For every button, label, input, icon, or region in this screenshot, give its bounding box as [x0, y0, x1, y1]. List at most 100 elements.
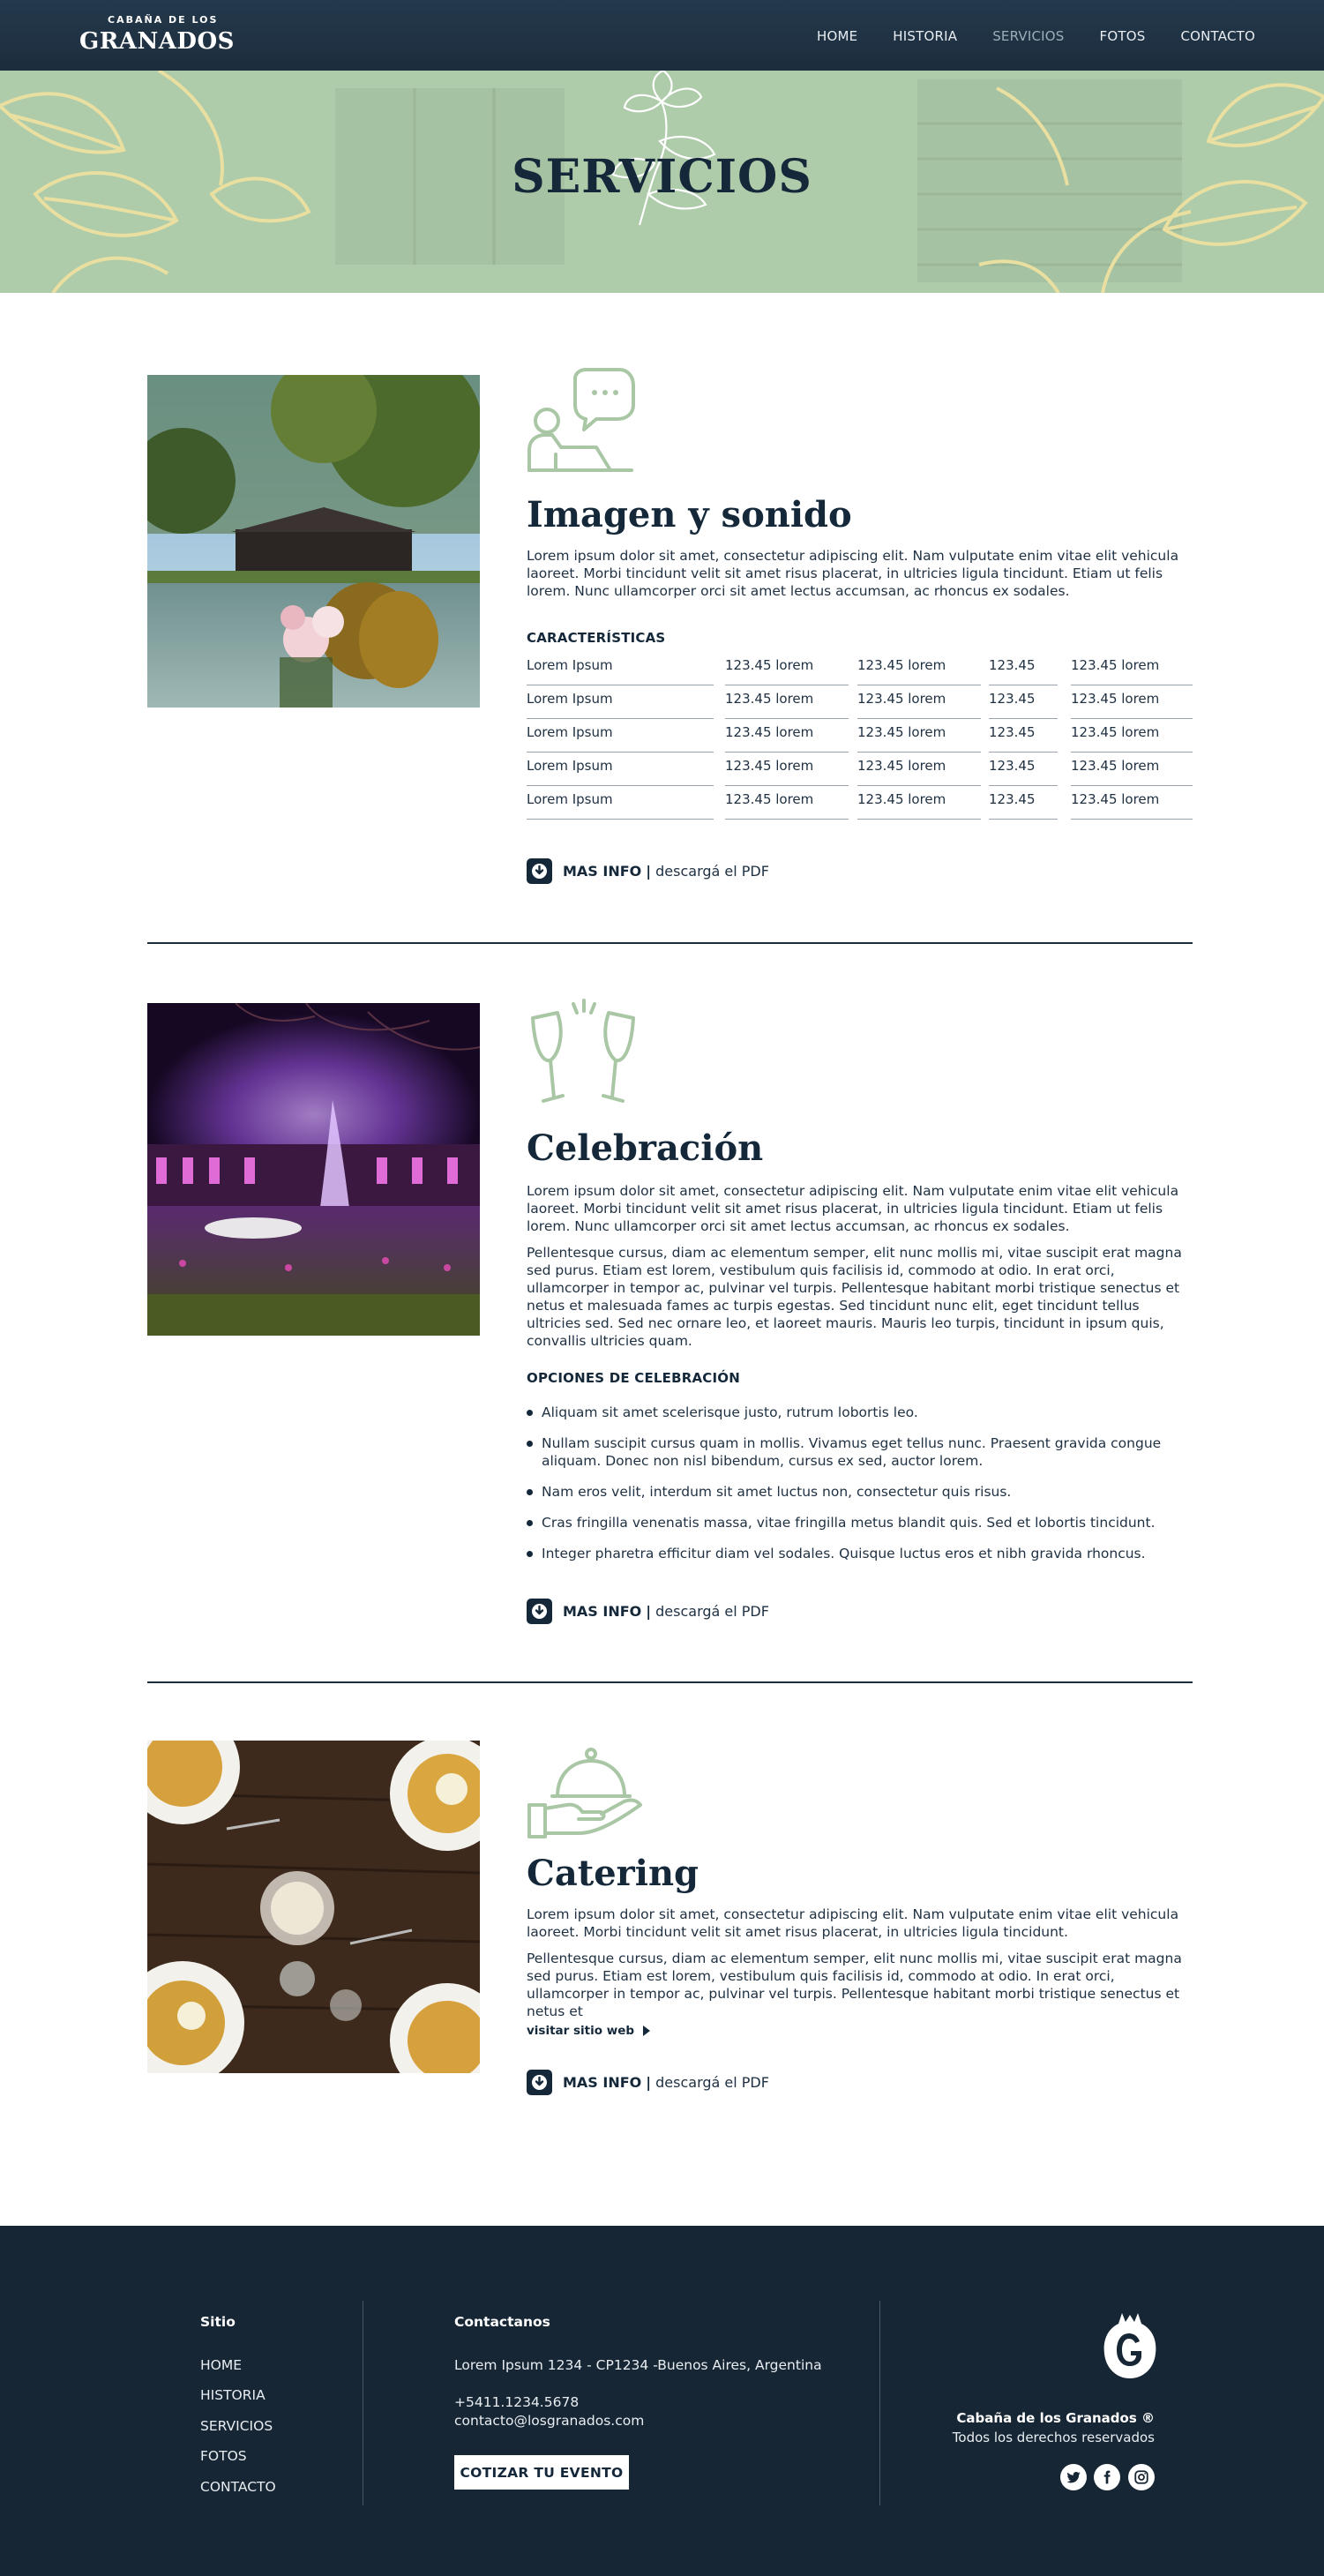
section-description-extended: Pellentesque cursus, diam ac elementum s…: [527, 1245, 1182, 1349]
table-cell: 123.45 lorem: [725, 791, 849, 820]
cotizar-evento-button[interactable]: COTIZAR TU EVENTO: [454, 2455, 629, 2490]
features-table: Lorem Ipsum 123.45 lorem 123.45 lorem 12…: [527, 653, 1193, 820]
table-cell: Lorem Ipsum: [527, 758, 714, 786]
table-row: Lorem Ipsum 123.45 lorem 123.45 lorem 12…: [527, 686, 1193, 720]
twitter-icon[interactable]: [1060, 2464, 1087, 2490]
main-nav: HOME HISTORIA SERVICIOS FOTOS CONTACTO: [782, 28, 1255, 44]
list-item: Nam eros velit, interdum sit amet luctus…: [527, 1483, 1179, 1501]
footer-link-contacto[interactable]: CONTACTO: [200, 2479, 276, 2495]
table-cell: Lorem Ipsum: [527, 791, 714, 820]
table-cell: 123.45: [989, 791, 1058, 820]
mas-info-pdf-link[interactable]: MAS INFO | descargá el PDF: [527, 858, 769, 884]
nav-contacto[interactable]: CONTACTO: [1180, 28, 1255, 44]
table-cell: 123.45 lorem: [857, 657, 981, 685]
table-row: Lorem Ipsum 123.45 lorem 123.45 lorem 12…: [527, 653, 1193, 686]
table-row: Lorem Ipsum 123.45 lorem 123.45 lorem 12…: [527, 720, 1193, 753]
nav-home[interactable]: HOME: [817, 28, 857, 44]
champagne-toast-icon: [526, 999, 636, 1118]
table-cell: 123.45 lorem: [1071, 657, 1193, 685]
section-description: Lorem ipsum dolor sit amet, consectetur …: [527, 1906, 1179, 1940]
catering-dishes-photo: [147, 1741, 480, 2073]
table-row: Lorem Ipsum 123.45 lorem 123.45 lorem 12…: [527, 787, 1193, 820]
download-icon: [527, 1599, 552, 1624]
table-cell: 123.45 lorem: [725, 724, 849, 753]
mas-info-text: descargá el PDF: [655, 1603, 769, 1620]
footer-address: Lorem Ipsum 1234 - CP1234 -Buenos Aires,…: [454, 2357, 822, 2373]
table-cell: 123.45 lorem: [1071, 791, 1193, 820]
mas-info-pdf-link[interactable]: MAS INFO | descargá el PDF: [527, 2070, 769, 2095]
table-cell: 123.45 lorem: [857, 691, 981, 719]
table-cell: 123.45 lorem: [725, 691, 849, 719]
footer-phone: +5411.1234.5678: [454, 2394, 580, 2410]
table-row: Lorem Ipsum 123.45 lorem 123.45 lorem 12…: [527, 753, 1193, 787]
footer-link-historia[interactable]: HISTORIA: [200, 2387, 266, 2403]
table-cell: 123.45: [989, 691, 1058, 719]
table-cell: 123.45 lorem: [857, 724, 981, 753]
granados-emblem-icon: [1103, 2311, 1157, 2380]
table-cell: Lorem Ipsum: [527, 724, 714, 753]
site-logo[interactable]: CABAÑA DE LOS GRANADOS: [79, 14, 234, 58]
table-cell: 123.45: [989, 657, 1058, 685]
footer-rights: Todos los derechos reservados: [952, 2430, 1155, 2445]
table-cell: 123.45: [989, 758, 1058, 786]
facebook-icon[interactable]: [1094, 2464, 1120, 2490]
section-divider: [147, 942, 1193, 944]
download-icon: [527, 2070, 552, 2095]
table-cell: 123.45 lorem: [1071, 758, 1193, 786]
list-item: Cras fringilla venenatis massa, vitae fr…: [527, 1514, 1179, 1531]
site-footer: [0, 2226, 1324, 2576]
mas-info-pdf-link[interactable]: MAS INFO | descargá el PDF: [527, 1599, 769, 1624]
table-cell: 123.45 lorem: [857, 758, 981, 786]
table-cell: 123.45 lorem: [725, 758, 849, 786]
celebration-options-list: Aliquam sit amet scelerisque justo, rutr…: [527, 1404, 1179, 1576]
footer-link-servicios[interactable]: SERVICIOS: [200, 2418, 273, 2434]
visit-website-label: visitar sitio web: [527, 2024, 635, 2038]
list-item: Integer pharetra efficitur diam vel soda…: [527, 1545, 1179, 1562]
mas-info-separator: |: [646, 863, 652, 880]
table-cell: 123.45 lorem: [1071, 691, 1193, 719]
garden-pond-photo: [147, 375, 480, 708]
serving-cloche-icon: [526, 1747, 645, 1844]
caracteristicas-heading: CARACTERÍSTICAS: [527, 630, 666, 646]
nav-historia[interactable]: HISTORIA: [893, 28, 957, 44]
table-cell: Lorem Ipsum: [527, 691, 714, 719]
section-title-imagen-sonido: Imagen y sonido: [527, 494, 852, 535]
footer-divider: [879, 2301, 880, 2505]
visit-website-link[interactable]: visitar sitio web: [527, 2024, 651, 2038]
mas-info-text: descargá el PDF: [655, 863, 769, 880]
footer-brand-name: Cabaña de los Granados ®: [956, 2410, 1155, 2426]
section-title-catering: Catering: [527, 1853, 699, 1894]
table-cell: 123.45: [989, 724, 1058, 753]
section-title-celebracion: Celebración: [527, 1127, 764, 1169]
download-icon: [527, 858, 552, 884]
footer-site-heading: Sitio: [200, 2314, 236, 2330]
footer-email: contacto@losgranados.com: [454, 2413, 645, 2429]
arrow-right-icon: [643, 2026, 651, 2036]
list-item: Aliquam sit amet scelerisque justo, rutr…: [527, 1404, 1179, 1421]
section-description: Lorem ipsum dolor sit amet, consectetur …: [527, 1183, 1179, 1234]
table-cell: 123.45 lorem: [857, 791, 981, 820]
instagram-icon[interactable]: [1128, 2464, 1155, 2490]
nav-servicios[interactable]: SERVICIOS: [992, 28, 1064, 44]
table-cell: 123.45 lorem: [1071, 724, 1193, 753]
logo-tagline: CABAÑA DE LOS: [108, 14, 219, 26]
table-cell: 123.45 lorem: [725, 657, 849, 685]
mas-info-label: MAS INFO: [563, 1603, 642, 1620]
mas-info-separator: |: [646, 2074, 652, 2091]
list-item: Nullam suscipit cursus quam in mollis. V…: [527, 1434, 1179, 1470]
mas-info-text: descargá el PDF: [655, 2074, 769, 2091]
top-navigation-bar: CABAÑA DE LOS GRANADOS HOME HISTORIA SER…: [0, 0, 1324, 71]
section-divider: [147, 1681, 1193, 1683]
footer-link-home[interactable]: HOME: [200, 2357, 242, 2373]
opciones-heading: OPCIONES DE CELEBRACIÓN: [527, 1370, 740, 1386]
hero-banner: SERVICIOS: [0, 71, 1324, 293]
mas-info-label: MAS INFO: [563, 863, 642, 880]
nav-fotos[interactable]: FOTOS: [1100, 28, 1146, 44]
table-cell: Lorem Ipsum: [527, 657, 714, 685]
footer-link-fotos[interactable]: FOTOS: [200, 2448, 247, 2464]
night-fountain-photo: [147, 1003, 480, 1336]
section-description-extended: Pellentesque cursus, diam ac elementum s…: [527, 1951, 1182, 2019]
mas-info-separator: |: [646, 1603, 652, 1620]
footer-contact-heading: Contactanos: [454, 2314, 550, 2330]
page-title: SERVICIOS: [512, 150, 812, 204]
